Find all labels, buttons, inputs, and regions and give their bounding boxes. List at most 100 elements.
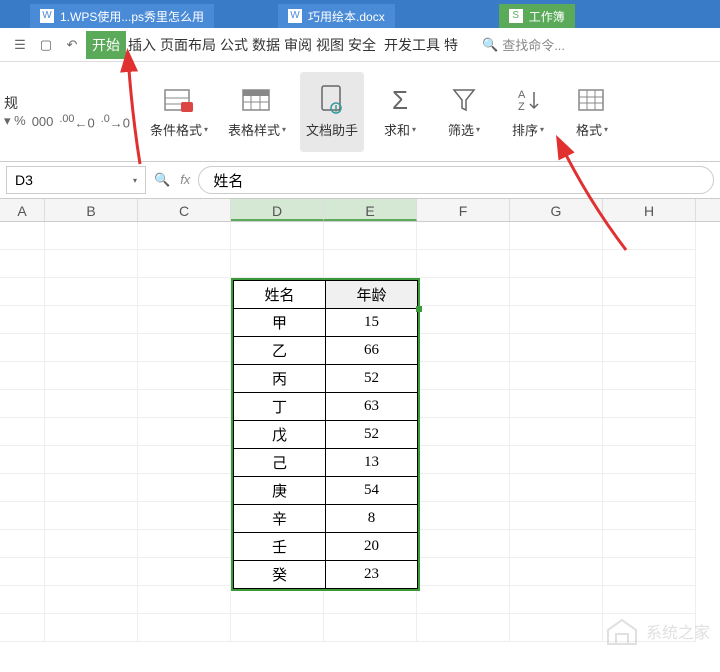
- grid-cell[interactable]: [231, 614, 324, 642]
- col-E[interactable]: E: [324, 199, 417, 221]
- grid-cell[interactable]: [417, 334, 510, 362]
- grid-cell[interactable]: [0, 614, 45, 642]
- col-B[interactable]: B: [45, 199, 138, 221]
- grid-cell[interactable]: [0, 334, 45, 362]
- save-icon[interactable]: ▢: [34, 33, 58, 57]
- grid-cell[interactable]: [0, 474, 45, 502]
- grid-cell[interactable]: [603, 278, 696, 306]
- decimal-inc[interactable]: .00←0: [59, 113, 94, 130]
- grid-cell[interactable]: [138, 250, 231, 278]
- grid-cell[interactable]: [138, 474, 231, 502]
- grid-cell[interactable]: [138, 446, 231, 474]
- comma-button[interactable]: 000: [32, 114, 54, 129]
- cond-format-button[interactable]: 条件格式▾: [144, 72, 214, 152]
- grid-cell[interactable]: [0, 362, 45, 390]
- grid-cell[interactable]: [0, 558, 45, 586]
- grid-cell[interactable]: [417, 446, 510, 474]
- grid-cell[interactable]: [45, 250, 138, 278]
- header-age[interactable]: 年龄: [326, 281, 418, 309]
- cell-name[interactable]: 甲: [234, 309, 326, 337]
- grid-cell[interactable]: [324, 250, 417, 278]
- cell-age[interactable]: 23: [326, 561, 418, 589]
- grid-cell[interactable]: [138, 558, 231, 586]
- grid-cell[interactable]: [510, 222, 603, 250]
- grid-cell[interactable]: [510, 334, 603, 362]
- tab-home[interactable]: 开始: [86, 31, 126, 59]
- grid-cell[interactable]: [45, 390, 138, 418]
- grid-cell[interactable]: [510, 306, 603, 334]
- grid-cell[interactable]: [45, 586, 138, 614]
- grid-cell[interactable]: [417, 306, 510, 334]
- tab-dev[interactable]: 开发工具: [382, 31, 442, 59]
- tab-special[interactable]: 特: [442, 31, 460, 59]
- grid-cell[interactable]: [45, 502, 138, 530]
- grid-cell[interactable]: [138, 418, 231, 446]
- undo-icon[interactable]: ↶: [60, 33, 84, 57]
- grid-cell[interactable]: [417, 502, 510, 530]
- grid-cell[interactable]: [417, 614, 510, 642]
- cell-name[interactable]: 癸: [234, 561, 326, 589]
- grid-cell[interactable]: [603, 362, 696, 390]
- grid-cell[interactable]: [603, 222, 696, 250]
- grid-cell[interactable]: [45, 474, 138, 502]
- grid-cell[interactable]: [324, 222, 417, 250]
- col-A[interactable]: A: [0, 199, 45, 221]
- cell-name[interactable]: 壬: [234, 533, 326, 561]
- table-style-button[interactable]: 表格样式▾: [222, 72, 292, 152]
- grid-cell[interactable]: [603, 418, 696, 446]
- cell-age[interactable]: 8: [326, 505, 418, 533]
- cell-name[interactable]: 己: [234, 449, 326, 477]
- grid-cell[interactable]: [138, 502, 231, 530]
- grid-cell[interactable]: [510, 558, 603, 586]
- cell-age[interactable]: 15: [326, 309, 418, 337]
- grid-cell[interactable]: [45, 446, 138, 474]
- cell-name[interactable]: 辛: [234, 505, 326, 533]
- grid-cell[interactable]: [138, 306, 231, 334]
- grid-cell[interactable]: [0, 586, 45, 614]
- tab-formula[interactable]: 公式: [218, 31, 250, 59]
- grid-cell[interactable]: [0, 502, 45, 530]
- grid-cell[interactable]: [0, 390, 45, 418]
- tab-doc-1[interactable]: W 1.WPS使用...ps秀里怎么用: [30, 4, 214, 28]
- cell-name[interactable]: 戊: [234, 421, 326, 449]
- grid-cell[interactable]: [603, 502, 696, 530]
- selection-handle[interactable]: [416, 306, 422, 312]
- grid-cell[interactable]: [45, 558, 138, 586]
- grid-cell[interactable]: [417, 362, 510, 390]
- grid-cell[interactable]: [417, 250, 510, 278]
- grid-cell[interactable]: [45, 614, 138, 642]
- tab-insert[interactable]: 插入: [126, 31, 158, 59]
- grid-cell[interactable]: [603, 250, 696, 278]
- cell-name[interactable]: 丁: [234, 393, 326, 421]
- tab-layout[interactable]: 页面布局: [158, 31, 218, 59]
- grid-cell[interactable]: [0, 222, 45, 250]
- grid-cell[interactable]: [45, 530, 138, 558]
- grid-cell[interactable]: [417, 586, 510, 614]
- grid-cell[interactable]: [138, 614, 231, 642]
- header-name[interactable]: 姓名: [234, 281, 326, 309]
- col-D[interactable]: D: [231, 199, 324, 221]
- grid-cell[interactable]: [603, 306, 696, 334]
- grid-cell[interactable]: [510, 278, 603, 306]
- grid-cell[interactable]: [0, 306, 45, 334]
- sort-button[interactable]: AZ 排序▾: [500, 72, 556, 152]
- command-search[interactable]: 🔍 查找命令...: [482, 35, 565, 54]
- cell-name[interactable]: 丙: [234, 365, 326, 393]
- grid-cell[interactable]: [0, 278, 45, 306]
- grid-cell[interactable]: [417, 278, 510, 306]
- percent-button[interactable]: ▾ %: [4, 113, 26, 129]
- tab-doc-2[interactable]: W 巧用绘本.docx: [278, 4, 395, 28]
- grid-cell[interactable]: [138, 362, 231, 390]
- grid-cell[interactable]: [45, 362, 138, 390]
- grid-cell[interactable]: [417, 418, 510, 446]
- grid-cell[interactable]: [603, 446, 696, 474]
- filter-button[interactable]: 筛选▾: [436, 72, 492, 152]
- grid-cell[interactable]: [417, 222, 510, 250]
- grid-cell[interactable]: [417, 558, 510, 586]
- grid-cell[interactable]: [138, 334, 231, 362]
- grid-cell[interactable]: [510, 586, 603, 614]
- grid-cell[interactable]: [45, 278, 138, 306]
- grid-cell[interactable]: [510, 502, 603, 530]
- cell-age[interactable]: 52: [326, 421, 418, 449]
- grid-cell[interactable]: [417, 530, 510, 558]
